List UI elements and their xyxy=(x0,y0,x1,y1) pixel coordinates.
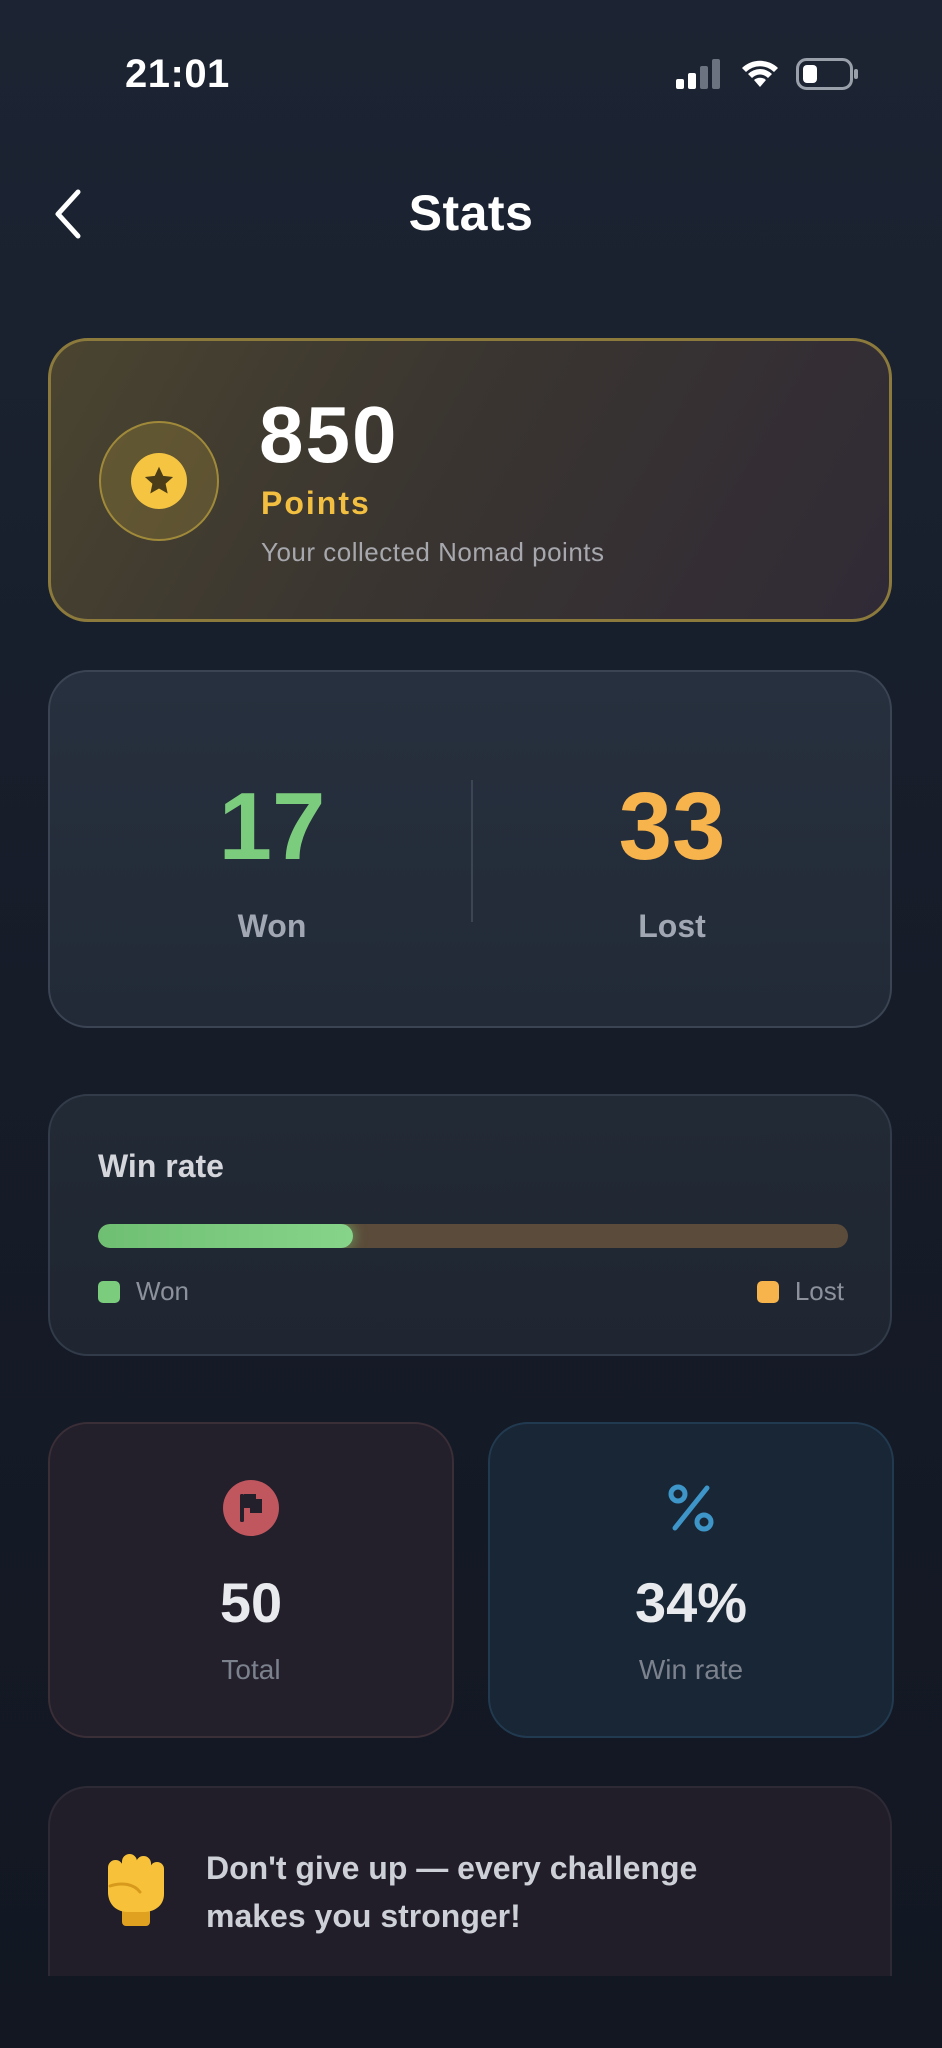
points-description: Your collected Nomad points xyxy=(261,537,605,567)
status-time: 21:01 xyxy=(125,52,230,96)
motivation-text: Don't give up — every challenge makes yo… xyxy=(206,1844,826,1940)
win-rate-card: Win rate Won Lost xyxy=(48,1094,892,1356)
win-rate-bar xyxy=(98,1224,848,1248)
total-games-label: Total xyxy=(221,1654,281,1685)
win-rate-value: 34% xyxy=(634,1571,748,1634)
cellular-signal-icon xyxy=(676,59,720,89)
won-count: 17 xyxy=(218,773,326,880)
status-bar: 21:01 xyxy=(0,0,942,150)
legend-won-swatch xyxy=(98,1280,120,1303)
legend-won: Won xyxy=(98,1276,189,1307)
points-value: 850 xyxy=(259,390,399,479)
percent-icon xyxy=(668,1484,714,1532)
header: Stats xyxy=(0,170,942,260)
lost-stat: 33 Lost xyxy=(472,672,872,1026)
lost-label: Lost xyxy=(638,908,706,944)
win-loss-card: 17 Won 33 Lost xyxy=(48,670,892,1028)
total-games-card: 50 Total xyxy=(48,1422,454,1738)
legend-won-label: Won xyxy=(136,1276,189,1306)
points-card: 850 Points Your collected Nomad points xyxy=(48,338,892,622)
win-rate-bar-fill xyxy=(98,1224,353,1248)
page-title: Stats xyxy=(408,185,534,241)
lost-count: 33 xyxy=(618,773,726,880)
win-rate-label: Win rate xyxy=(638,1654,744,1685)
motivation-line-2: makes you stronger! xyxy=(206,1898,521,1934)
motivation-card: Don't give up — every challenge makes yo… xyxy=(48,1786,892,1976)
won-label: Won xyxy=(237,908,307,944)
legend-lost-label: Lost xyxy=(794,1276,844,1306)
points-coin xyxy=(99,421,219,541)
win-rate-summary-card: 34% Win rate xyxy=(488,1422,894,1738)
won-stat: 17 Won xyxy=(72,672,472,1026)
status-icons xyxy=(676,58,860,90)
raised-fist-icon xyxy=(108,1854,164,1926)
win-rate-title: Win rate xyxy=(98,1148,224,1184)
legend-lost-swatch xyxy=(756,1280,779,1303)
total-games-value: 50 xyxy=(219,1571,283,1634)
points-label: Points xyxy=(261,485,371,521)
wifi-icon xyxy=(742,60,778,87)
battery-icon xyxy=(796,58,858,90)
flag-icon xyxy=(223,1480,279,1536)
motivation-line-1: Don't give up — every challenge xyxy=(206,1850,698,1886)
star-icon xyxy=(144,466,174,494)
legend-lost: Lost xyxy=(756,1276,844,1307)
